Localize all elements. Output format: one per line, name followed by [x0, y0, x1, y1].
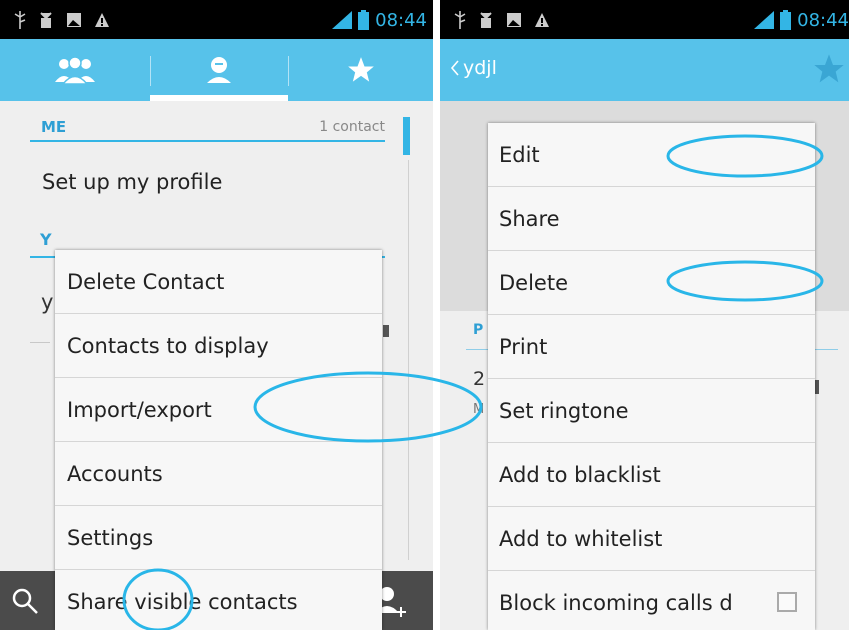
contact-row-partial[interactable]: y — [41, 290, 53, 314]
photo-icon — [507, 13, 521, 27]
menu-item-print[interactable]: Print — [488, 315, 815, 379]
menu-item-settings[interactable]: Settings — [55, 506, 382, 570]
menu-item-import-export[interactable]: Import/export — [55, 378, 382, 442]
usb-icon — [454, 11, 466, 29]
search-button[interactable] — [10, 571, 40, 630]
usb-icon — [14, 11, 26, 29]
menu-item-accounts[interactable]: Accounts — [55, 442, 382, 506]
phone-number-partial: 2 — [473, 368, 486, 390]
set-up-profile-item[interactable]: Set up my profile — [42, 170, 222, 194]
block-incoming-calls-label: Block incoming calls d — [499, 590, 733, 615]
back-button[interactable]: ydjl — [450, 57, 497, 79]
status-time: 08:44 — [375, 9, 427, 31]
letter-section-label: Y — [40, 230, 52, 249]
contact-name: ydjl — [463, 57, 497, 79]
status-time: 08:44 — [797, 9, 849, 31]
status-bar: 08:44 — [440, 0, 849, 39]
row-divider — [30, 342, 50, 343]
overflow-menu: Delete Contact Contacts to display Impor… — [55, 250, 382, 630]
search-icon — [12, 588, 38, 614]
me-section-label: ME — [41, 118, 67, 136]
groups-icon — [55, 56, 95, 84]
star-icon — [814, 54, 844, 83]
tab-groups[interactable] — [0, 39, 150, 101]
contact-overflow-menu: Edit Share Delete Print Set ringtone Add… — [488, 123, 815, 630]
battery-icon — [358, 10, 370, 30]
tab-favorites[interactable] — [288, 39, 433, 101]
menu-item-delete-contact[interactable]: Delete Contact — [55, 250, 382, 314]
person-icon — [207, 57, 231, 83]
tab-contacts[interactable] — [150, 39, 288, 101]
signal-icon — [754, 11, 775, 29]
contact-action-icon — [383, 325, 389, 337]
me-contact-count: 1 contact — [319, 119, 385, 135]
block-calls-checkbox[interactable] — [777, 592, 797, 612]
battery-icon — [780, 10, 792, 30]
menu-item-share-visible-contacts[interactable]: Share visible contacts — [55, 570, 382, 630]
phone-type-partial: M — [473, 402, 485, 417]
contacts-tab-bar — [0, 39, 433, 101]
signal-icon — [332, 11, 353, 29]
warning-icon — [95, 13, 109, 27]
menu-item-add-to-blacklist[interactable]: Add to blacklist — [488, 443, 815, 507]
detail-section-label: P — [473, 322, 484, 338]
photo-icon — [67, 13, 81, 27]
contacts-screen: 08:44 ME 1 contact Set up my profile Y y… — [0, 0, 433, 630]
android-debug-icon — [480, 12, 492, 28]
contact-action-bar: ydjl — [440, 39, 849, 101]
warning-icon — [535, 13, 549, 27]
menu-item-share[interactable]: Share — [488, 187, 815, 251]
android-debug-icon — [40, 12, 52, 28]
menu-item-block-incoming-calls[interactable]: Block incoming calls d — [488, 571, 815, 630]
scrollbar-track — [408, 160, 409, 560]
menu-item-contacts-to-display[interactable]: Contacts to display — [55, 314, 382, 378]
menu-item-set-ringtone[interactable]: Set ringtone — [488, 379, 815, 443]
contact-detail-screen: 08:44 ydjl P 2 M Edit Share Delete Print… — [440, 0, 849, 630]
status-bar: 08:44 — [0, 0, 433, 39]
scrollbar-thumb[interactable] — [403, 117, 410, 155]
menu-item-delete[interactable]: Delete — [488, 251, 815, 315]
chevron-left-icon — [450, 60, 459, 76]
star-icon — [347, 57, 374, 82]
menu-item-edit[interactable]: Edit — [488, 123, 815, 187]
menu-item-add-to-whitelist[interactable]: Add to whitelist — [488, 507, 815, 571]
me-section-header: ME 1 contact — [30, 118, 385, 142]
favorite-button[interactable] — [813, 53, 845, 89]
